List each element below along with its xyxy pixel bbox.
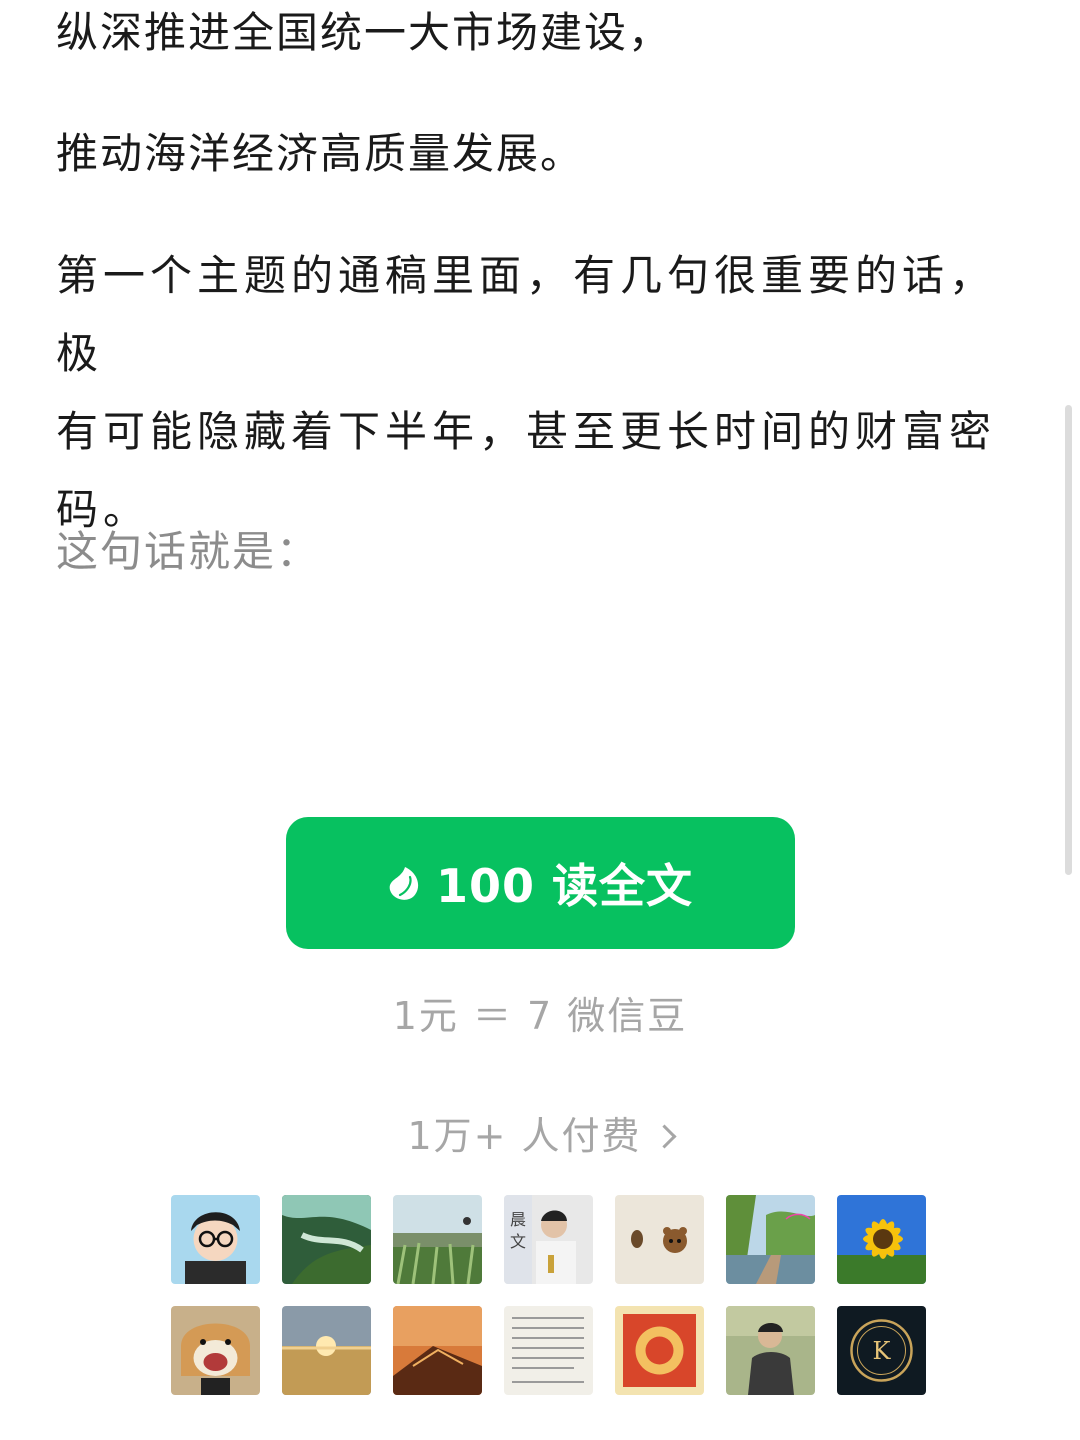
article-paragraph: 第一个主题的通稿里面，有几句很重要的话，极 有可能隐藏着下半年，甚至更长时间的财… [56,251,997,534]
avatar[interactable] [282,1195,371,1284]
avatar[interactable] [615,1306,704,1395]
avatar[interactable]: K [837,1306,926,1395]
avatar[interactable] [837,1195,926,1284]
avatar[interactable] [393,1195,482,1284]
article-paragraph: 纵深推进全国统一大市场建设， [56,8,673,57]
payers-count-link[interactable]: 1万+ 人付费 [0,1105,1080,1160]
avatar[interactable] [282,1306,371,1395]
avatar[interactable] [393,1306,482,1395]
wechat-bean-icon [388,865,422,901]
article-paragraph: 推动海洋经济高质量发展。 [56,129,585,178]
read-full-text-label: 100 读全文 [435,859,694,913]
avatar[interactable] [615,1195,704,1284]
avatar[interactable]: 晨 文 [504,1195,593,1284]
svg-text:文: 文 [510,1232,526,1251]
scrollbar[interactable] [1065,405,1072,875]
avatar[interactable] [726,1195,815,1284]
svg-text:K: K [873,1337,892,1365]
avatar[interactable] [504,1306,593,1395]
svg-text:晨: 晨 [510,1210,526,1229]
payers-count-label: 1万+ 人付费 [407,1114,642,1158]
read-full-text-button[interactable]: 100 读全文 [286,817,795,949]
article-paragraph-faded: 这句话就是： [56,527,321,576]
avatar[interactable] [171,1306,260,1395]
avatar[interactable] [171,1195,260,1284]
avatar[interactable] [726,1306,815,1395]
exchange-rate-text: 1元 ＝ 7 微信豆 [392,994,688,1038]
chevron-right-icon [652,1124,677,1149]
